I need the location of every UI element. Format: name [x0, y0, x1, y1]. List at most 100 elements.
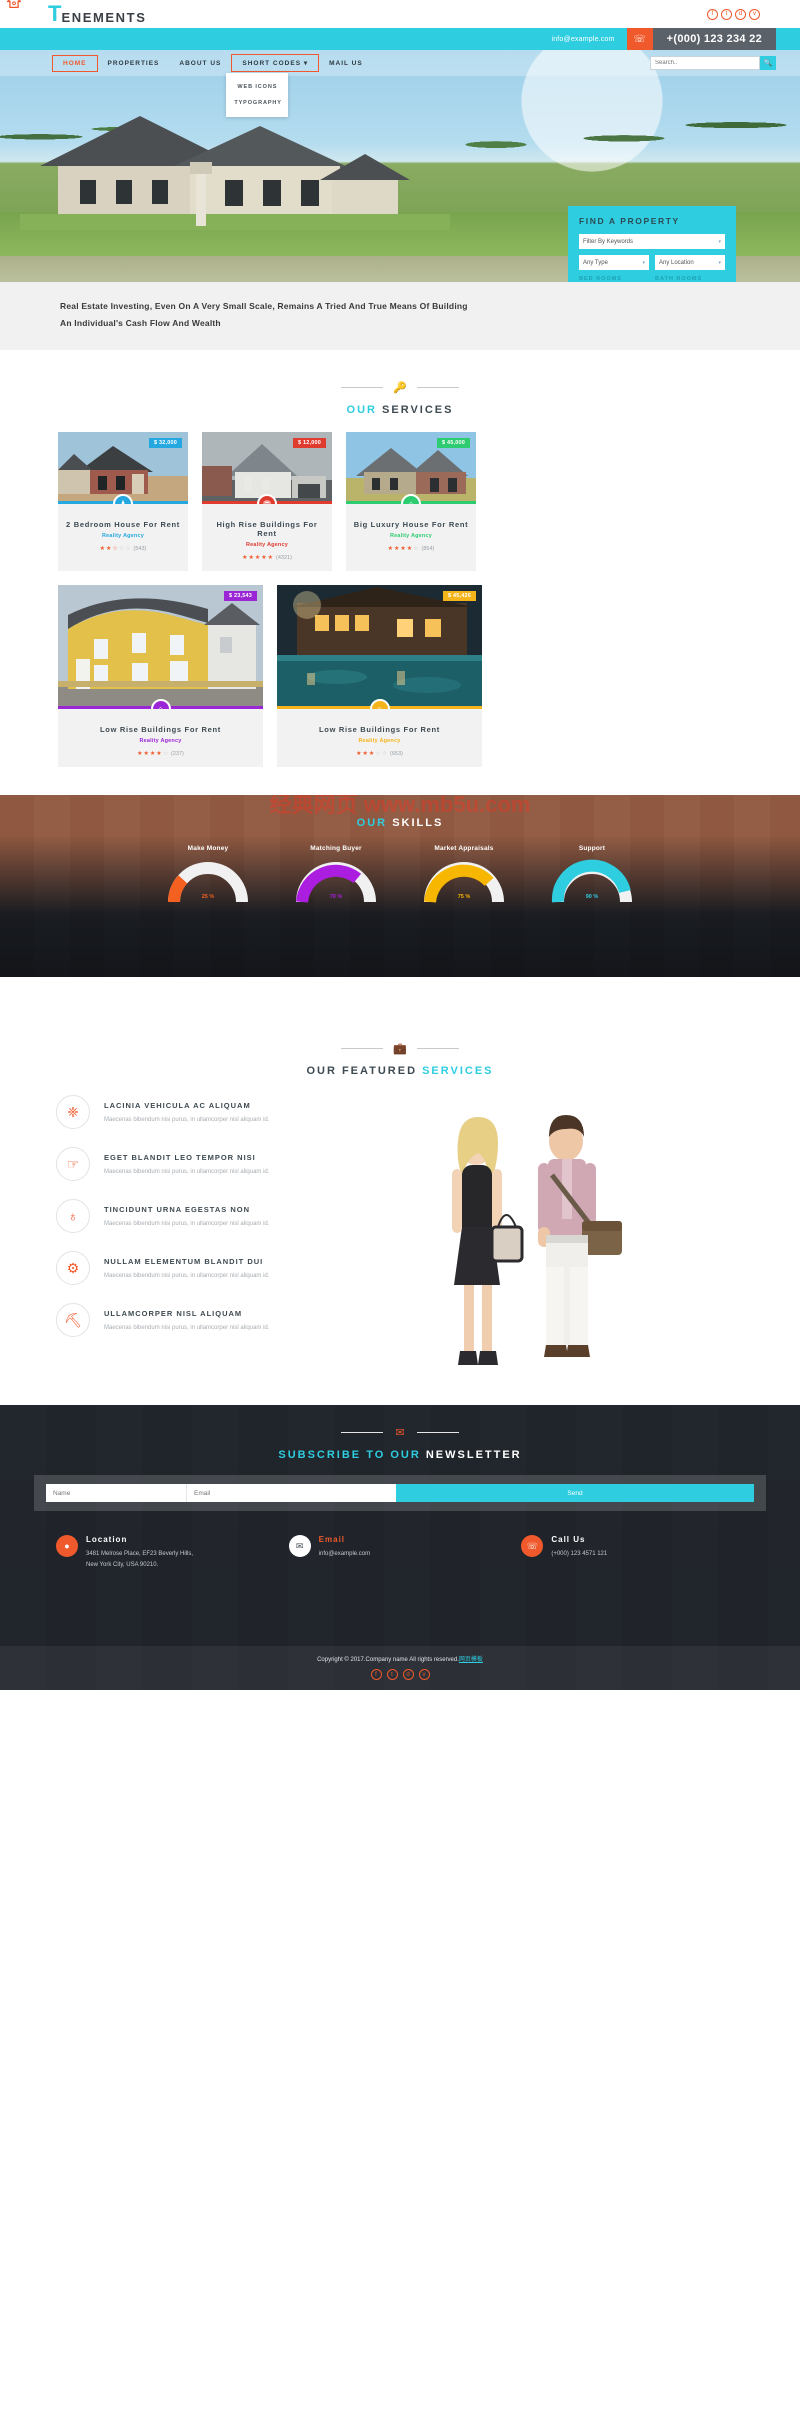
property-cards-row-2: $ 23,543 ⌂ Low Rise Buildings For Rent R…	[0, 571, 800, 795]
featured-item-desc: Maecenas bibendum nisi purus, in ullamco…	[104, 1221, 270, 1227]
twitter-icon[interactable]: t	[386, 1669, 398, 1680]
main-navigation: HOME PROPERTIES ABOUT US SHORT CODES ▾ W…	[0, 50, 800, 117]
nav-dropdown-item-typography[interactable]: TYPOGRAPHY	[226, 95, 288, 111]
dribbble-icon[interactable]: d	[735, 8, 746, 20]
vimeo-icon[interactable]: v	[749, 8, 760, 20]
logo-initial: T	[48, 1, 61, 26]
skill-gauge: Support 90 %	[548, 845, 636, 904]
gauge-arc: 75 %	[420, 858, 508, 904]
featured-title-part2: SERVICES	[422, 1065, 494, 1077]
footer-location-title: Location	[86, 1535, 128, 1544]
featured-item[interactable]: ⛏ ULLAMCORPER NISL ALIQUAM Maecenas bibe…	[56, 1303, 386, 1337]
section-title: OUR SKILLS	[0, 817, 800, 829]
chevron-down-icon: ▾	[718, 259, 721, 266]
featured-item-text: ULLAMCORPER NISL ALIQUAM Maecenas bibend…	[104, 1303, 269, 1334]
newsletter-email-input[interactable]	[186, 1484, 396, 1502]
nav-item-mail-us[interactable]: MAIL US	[319, 56, 373, 71]
property-agency: Reality Agency	[389, 533, 433, 539]
featured-item[interactable]: ⚙ NULLAM ELEMENTUM BLANDIT DUI Maecenas …	[56, 1251, 386, 1285]
footer-phone-number[interactable]: (+000) 123 4571 121	[551, 1549, 607, 1560]
bed-icon: ⛏	[56, 1303, 90, 1337]
keyword-select[interactable]: Filter By Keywords ▾	[579, 234, 725, 249]
header-phone[interactable]: +(000) 123 234 22	[652, 28, 776, 50]
couple-illustration	[452, 1115, 622, 1365]
property-cards-row-1: $ 32,000 ♟ 2 Bedroom House For Rent Real…	[0, 426, 800, 571]
page-root: T ENEMENTS f t d v info@example.com ☏ +(…	[0, 0, 800, 1690]
property-card[interactable]: $ 32,000 ♟ 2 Bedroom House For Rent Real…	[58, 432, 188, 571]
briefcase-icon: 💼	[393, 1042, 407, 1055]
property-card[interactable]: $ 12,000 ⛃ High Rise Buildings For Rent …	[202, 432, 332, 571]
dribbble-icon[interactable]: d	[402, 1669, 414, 1680]
skill-gauge: Market Appraisals 75 %	[420, 845, 508, 904]
featured-item[interactable]: ♁ TINCIDUNT URNA EGESTAS NON Maecenas bi…	[56, 1199, 386, 1233]
nav-dropdown-item-web-icons[interactable]: WEB ICONS	[226, 79, 288, 95]
newsletter-heading: ✉ SUBSCRIBE TO OUR NEWSLETTER	[0, 1405, 800, 1462]
featured-item-text: TINCIDUNT URNA EGESTAS NON Maecenas bibe…	[104, 1199, 269, 1230]
section-title: SUBSCRIBE TO OUR NEWSLETTER	[0, 1449, 800, 1461]
nav-item-home[interactable]: HOME	[52, 54, 98, 72]
site-logo[interactable]: T ENEMENTS	[7, 0, 146, 26]
location-select[interactable]: Any Location ▾	[655, 255, 725, 270]
property-image: $ 23,543 ⌂	[58, 585, 263, 709]
nav-links: HOME PROPERTIES ABOUT US SHORT CODES ▾ W…	[52, 54, 373, 117]
rating-stars: ★★★★☆ (854)	[387, 546, 435, 552]
search-input[interactable]	[650, 56, 760, 70]
services-title-part1: OUR	[346, 404, 377, 416]
services-heading: 🔑 OUR SERVICES	[0, 350, 800, 426]
envelope-icon: ✉	[288, 1535, 311, 1557]
property-title: High Rise Buildings For Rent	[216, 520, 318, 538]
rating-count: (237)	[171, 751, 184, 757]
nav-item-short-codes-label: SHORT CODES	[242, 60, 302, 67]
property-agency: Reality Agency	[139, 738, 182, 744]
rating-count: (653)	[390, 751, 403, 757]
phone-icon: ☏	[626, 28, 653, 50]
twitter-icon[interactable]: t	[721, 8, 732, 20]
vimeo-icon[interactable]: v	[418, 1669, 430, 1680]
newsletter-name-input[interactable]	[46, 1484, 186, 1502]
price-badge: $ 45,426	[442, 591, 476, 601]
skill-gauge: Matching Buyer 70 %	[292, 845, 380, 904]
header-email[interactable]: info@example.com	[539, 28, 626, 50]
rating-count: (854)	[421, 546, 435, 552]
nav-item-short-codes[interactable]: SHORT CODES ▾ WEB ICONS TYPOGRAPHY	[226, 54, 320, 117]
type-select[interactable]: Any Type ▾	[579, 255, 649, 270]
rating-stars: ★★★★★ (4321)	[242, 555, 292, 561]
heading-ornament: ✉	[0, 1423, 800, 1441]
ornament-line-right	[417, 1431, 459, 1433]
featured-items-list: ❈ LACINIA VEHICULA AC ALIQUAM Maecenas b…	[56, 1095, 386, 1395]
ornament-line-right	[417, 386, 459, 388]
copyright-bar: Copyright © 2017.Company name All rights…	[0, 1646, 800, 1690]
featured-item-text: NULLAM ELEMENTUM BLANDIT DUI Maecenas bi…	[104, 1251, 269, 1282]
tagline-text: Real Estate Investing, Even On A Very Sm…	[60, 301, 468, 328]
property-card[interactable]: $ 45,000 ⌂ Big Luxury House For Rent Rea…	[346, 432, 476, 571]
featured-heading: 💼 OUR FEATURED SERVICES	[0, 1011, 800, 1087]
footer-email-address[interactable]: info@example.com	[319, 1549, 370, 1560]
featured-item[interactable]: ☞ EGET BLANDIT LEO TEMPOR NISI Maecenas …	[56, 1147, 386, 1181]
nav-item-properties[interactable]: PROPERTIES	[98, 56, 170, 71]
footer-location-line1: 3481 Melrose Place, EF23 Beverly Hills,	[86, 1551, 194, 1557]
facebook-icon[interactable]: f	[707, 8, 718, 20]
facebook-icon[interactable]: f	[370, 1669, 382, 1680]
type-select-value: Any Type	[583, 259, 608, 266]
property-title: 2 Bedroom House For Rent	[66, 520, 180, 529]
globe-icon: ♁	[56, 1199, 90, 1233]
property-card[interactable]: $ 23,543 ⌂ Low Rise Buildings For Rent R…	[58, 585, 263, 767]
gauge-label: Make Money	[187, 845, 229, 852]
newsletter-form: Send	[34, 1475, 766, 1511]
search-icon[interactable]: 🔍	[760, 56, 776, 70]
featured-item-title: LACINIA VEHICULA AC ALIQUAM	[104, 1101, 251, 1110]
property-card[interactable]: $ 45,426 ⌂ Low Rise Buildings For Rent R…	[277, 585, 482, 767]
copyright-link[interactable]: 网页模板	[459, 1657, 483, 1663]
footer-email-title: Email	[318, 1535, 346, 1544]
price-badge: $ 32,000	[148, 438, 182, 448]
newsletter-send-button[interactable]: Send	[396, 1484, 754, 1502]
nav-item-about-us[interactable]: ABOUT US	[169, 56, 231, 71]
skills-section: 经典网页 www.mb5u.com OUR SKILLS Make Money …	[0, 795, 800, 977]
house-photo-5	[277, 585, 482, 709]
ornament-line-left	[341, 386, 383, 388]
find-a-property-panel: FIND A PROPERTY Filter By Keywords ▾ Any…	[568, 206, 736, 282]
featured-item[interactable]: ❈ LACINIA VEHICULA AC ALIQUAM Maecenas b…	[56, 1095, 386, 1129]
skill-gauges: Make Money 25 % Matching Buyer 70 % Mark…	[0, 845, 800, 904]
phone-icon: ☏	[521, 1535, 544, 1557]
gauge-label: Matching Buyer	[310, 845, 362, 852]
